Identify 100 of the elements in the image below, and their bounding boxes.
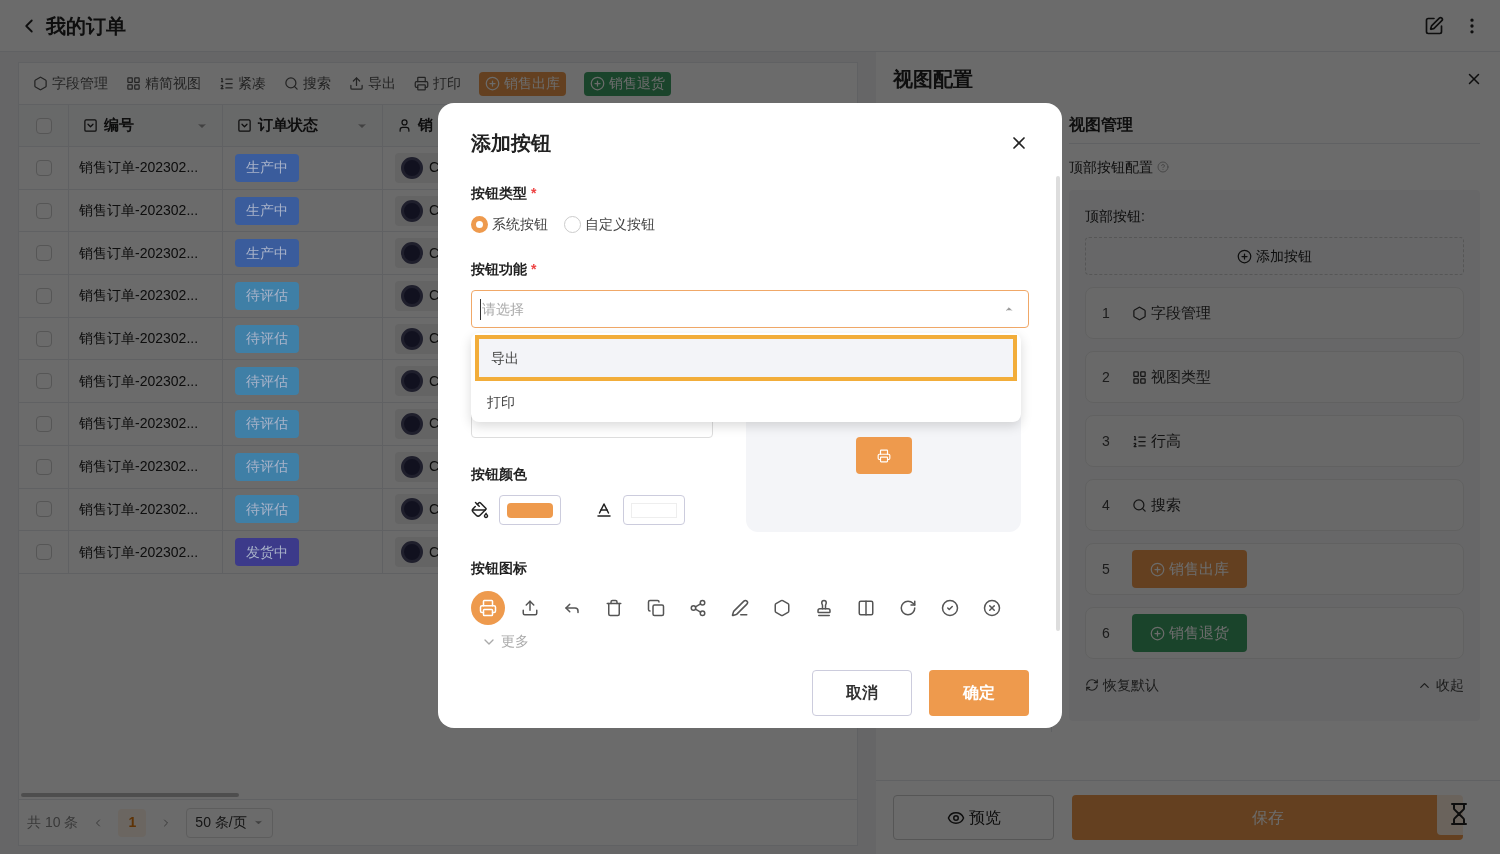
button-item[interactable]: 1 字段管理 — [1085, 287, 1464, 339]
column-icon — [83, 118, 98, 133]
field-label: 按钮类型 — [471, 184, 527, 203]
save-button[interactable]: 保存 — [1072, 795, 1463, 840]
action-button[interactable]: 销售出库 — [479, 71, 566, 96]
toolbar-icon — [1131, 497, 1147, 513]
edit-icon[interactable] — [1424, 15, 1444, 36]
function-select[interactable]: 请选择 — [471, 290, 1029, 328]
field-label: 按钮功能 — [471, 260, 527, 279]
radio-option[interactable]: 自定义按钮 — [564, 214, 655, 235]
close-circle-icon — [983, 599, 1001, 617]
confirm-button[interactable]: 确定 — [929, 670, 1029, 716]
avatar-icon — [401, 156, 423, 179]
table-cell-text: 销售订单-202302... — [79, 329, 199, 349]
radio-option[interactable]: 系统按钮 — [471, 214, 548, 235]
plus-icon — [1237, 248, 1252, 264]
status-tag: 生产中 — [235, 239, 299, 268]
section-title: 视图管理 — [1069, 114, 1133, 135]
action-button[interactable]: 销售出库 — [1131, 550, 1247, 588]
item-index: 3 — [1102, 431, 1110, 451]
add-button[interactable]: 添加按钮 — [1085, 237, 1464, 275]
user-name: C — [429, 457, 440, 477]
column-icon — [397, 118, 412, 133]
button-item[interactable]: 4 搜索 — [1085, 479, 1464, 531]
status-tag: 生产中 — [235, 196, 299, 225]
plus-icon — [485, 76, 500, 91]
user-name: C — [429, 158, 440, 178]
page-button[interactable]: 1 — [118, 808, 147, 837]
scrollbar[interactable] — [1056, 176, 1060, 631]
field-label: 按钮颜色 — [471, 465, 528, 484]
restore-link[interactable]: 恢复默认 — [1085, 674, 1159, 696]
more-link[interactable]: 更多 — [481, 631, 529, 652]
plus-icon — [1149, 561, 1165, 577]
column-icon — [237, 118, 252, 133]
stamp-icon — [815, 599, 833, 617]
toolbar-button[interactable]: 字段管理 — [1131, 301, 1211, 325]
toolbar-button[interactable]: 搜索 — [1131, 493, 1181, 517]
avatar-icon — [401, 455, 423, 478]
toolbar-button[interactable]: 字段管理 — [33, 73, 108, 94]
trash-icon — [605, 599, 623, 617]
printer-icon — [479, 599, 497, 617]
toolbar-button[interactable]: 紧凑 — [219, 73, 266, 94]
page-size-select[interactable]: 50 条/页 — [186, 807, 273, 838]
plus-icon — [590, 76, 605, 91]
table-cell-text: 销售订单-202302... — [79, 542, 199, 562]
status-tag: 待评估 — [235, 324, 299, 353]
table-cell-text: 销售订单-202302... — [79, 286, 199, 306]
status-tag: 待评估 — [235, 409, 299, 438]
table-cell-text: 销售订单-202302... — [79, 499, 199, 519]
toolbar-icon — [1131, 305, 1147, 321]
user-name: C — [429, 414, 440, 434]
user-name: C — [429, 371, 440, 391]
collapse-link[interactable]: 收起 — [1417, 674, 1464, 696]
user-name: C — [429, 201, 440, 221]
toolbar-button[interactable]: 行高 — [1131, 429, 1181, 453]
toolbar-icon — [126, 76, 141, 91]
action-button[interactable]: 销售退货 — [584, 71, 671, 96]
toolbar-icon — [219, 76, 234, 91]
button-item[interactable]: 5 销售出库 — [1085, 543, 1464, 595]
toolbar-button[interactable]: 搜索 — [284, 73, 331, 94]
copy-icon — [647, 599, 665, 617]
text-color-picker[interactable] — [623, 495, 685, 525]
required-mark: * — [531, 184, 537, 203]
action-button[interactable]: 销售退货 — [1131, 614, 1247, 652]
plus-icon — [1149, 625, 1165, 641]
dropdown-option[interactable]: 导出 — [475, 335, 1017, 381]
toolbar-button[interactable]: 打印 — [414, 73, 461, 94]
toolbar-icon — [1131, 369, 1147, 385]
cancel-button[interactable]: 取消 — [812, 670, 912, 716]
avatar-icon — [401, 370, 423, 393]
field-label: 按钮图标 — [471, 559, 528, 578]
button-item[interactable]: 6 销售退货 — [1085, 607, 1464, 659]
status-tag: 待评估 — [235, 495, 299, 524]
dropdown-option[interactable]: 打印 — [475, 381, 1017, 423]
toolbar-button[interactable]: 精简视图 — [126, 73, 201, 94]
avatar-icon — [401, 412, 423, 435]
column-header[interactable]: 编号 — [69, 105, 223, 146]
user-name: C — [429, 286, 440, 306]
table-cell-text: 销售订单-202302... — [79, 243, 199, 263]
status-tag: 发货中 — [235, 538, 299, 567]
color-swatch — [507, 502, 553, 518]
column-header[interactable]: 订单状态 — [223, 105, 383, 146]
help-icon[interactable] — [1157, 161, 1169, 173]
avatar-icon — [401, 541, 423, 564]
upload-icon — [521, 599, 539, 617]
button-item[interactable]: 2 视图类型 — [1085, 351, 1464, 403]
item-index: 4 — [1102, 495, 1110, 515]
columns-icon — [857, 599, 875, 617]
text-color-icon — [595, 501, 613, 519]
item-index: 6 — [1102, 623, 1110, 643]
item-index: 5 — [1102, 559, 1110, 579]
paint-bucket-icon — [471, 501, 489, 519]
preview-button[interactable]: 预览 — [893, 795, 1054, 840]
user-name: C — [429, 329, 440, 349]
fill-color-picker[interactable] — [499, 495, 561, 525]
toolbar-button[interactable]: 视图类型 — [1131, 365, 1211, 389]
button-item[interactable]: 3 行高 — [1085, 415, 1464, 467]
toolbar-button[interactable]: 导出 — [349, 73, 396, 94]
item-index: 2 — [1102, 367, 1110, 387]
subsection-title: 顶部按钮配置 — [1069, 157, 1153, 177]
